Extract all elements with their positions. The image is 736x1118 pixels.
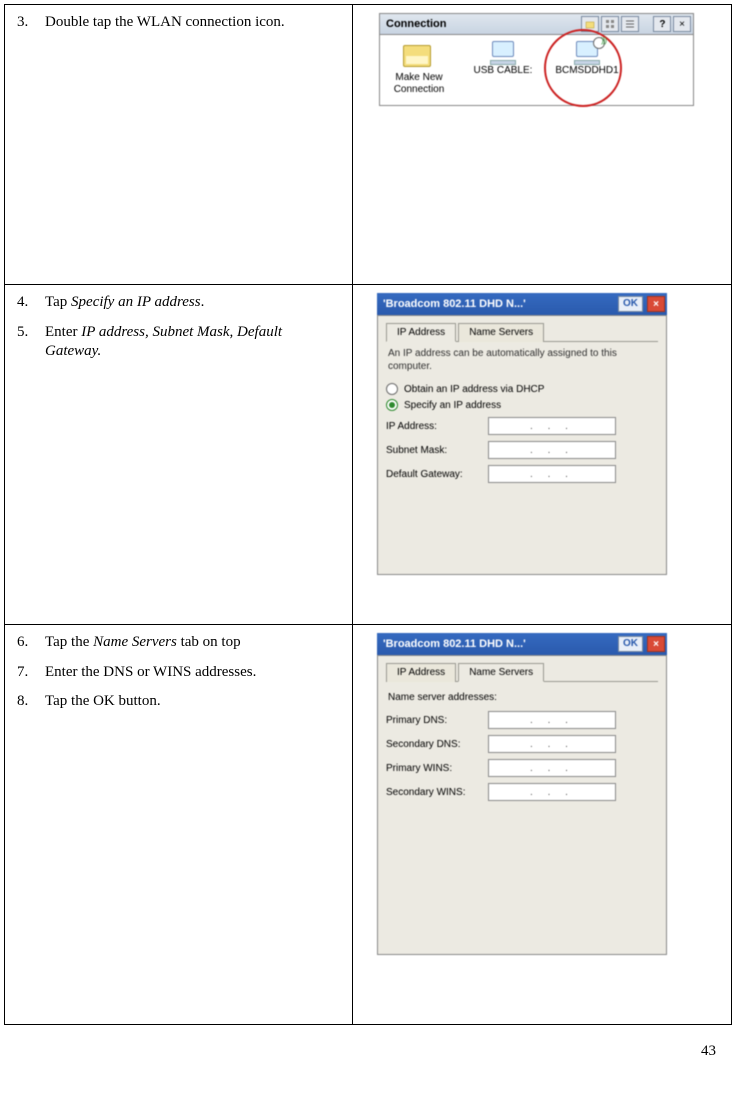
step-7-text: Enter the DNS or WINS addresses.	[45, 664, 256, 680]
cell-step3-text: 3. Double tap the WLAN connection icon.	[5, 5, 353, 285]
label-pwins: Primary WINS:	[386, 763, 488, 774]
tab-ip-address[interactable]: IP Address	[386, 323, 456, 342]
label-pdns: Primary DNS:	[386, 715, 488, 726]
connection-title: Connection	[386, 18, 581, 30]
input-gw[interactable]: . . .	[488, 465, 616, 483]
step-5-num: 5.	[17, 323, 28, 343]
step-6-num: 6.	[17, 633, 28, 653]
radio-specify-row[interactable]: Specify an IP address	[386, 399, 658, 411]
radio-specify[interactable]	[386, 399, 398, 411]
ns-dialog-titlebar: 'Broadcom 802.11 DHD N...' OK ×	[377, 633, 667, 655]
conn-label-wlan: BCMSDDHD1	[552, 65, 622, 77]
conn-item-usb[interactable]: USB CABLE:	[468, 41, 538, 95]
field-ip: IP Address: . . .	[386, 417, 658, 435]
close-button[interactable]: ×	[647, 296, 665, 312]
ns-dialog-tabs: IP Address Name Servers	[386, 662, 658, 682]
conn-item-wlan[interactable]: BCMSDDHD1	[552, 41, 622, 95]
conn-label-usb: USB CABLE:	[468, 65, 538, 77]
cell-step678-text: 6. Tap the Name Servers tab on top 7. En…	[5, 625, 353, 1025]
page: 3. Double tap the WLAN connection icon. …	[0, 0, 736, 1080]
close-icon[interactable]: ×	[673, 16, 691, 32]
ns-ok-button[interactable]: OK	[618, 636, 643, 652]
ns-dialog-body: IP Address Name Servers Name server addr…	[377, 655, 667, 955]
step-3: 3. Double tap the WLAN connection icon.	[39, 13, 342, 33]
step-8-num: 8.	[17, 692, 28, 712]
ns-close-button[interactable]: ×	[647, 636, 665, 652]
input-sdns[interactable]: . . .	[488, 735, 616, 753]
step-7-num: 7.	[17, 663, 28, 683]
steps-row1: 3. Double tap the WLAN connection icon.	[11, 13, 342, 33]
conn-label-makenew: Make New Connection	[384, 72, 454, 95]
field-gw: Default Gateway: . . .	[386, 465, 658, 483]
ip-dialog-titlebar: 'Broadcom 802.11 DHD N...' OK ×	[377, 293, 667, 315]
step-8: 8. Tap the OK button.	[39, 692, 342, 712]
step-4-num: 4.	[17, 293, 28, 313]
radio-dhcp-label: Obtain an IP address via DHCP	[404, 384, 544, 395]
ns-dialog-title: 'Broadcom 802.11 DHD N...'	[383, 638, 614, 650]
cell-step678-image: 'Broadcom 802.11 DHD N...' OK × IP Addre…	[353, 625, 732, 1025]
radio-dhcp-row[interactable]: Obtain an IP address via DHCP	[386, 383, 658, 395]
step-5: 5. Enter IP address, Subnet Mask, Defaul…	[39, 323, 342, 362]
tab-name-servers-ns[interactable]: Name Servers	[458, 663, 544, 682]
input-mask[interactable]: . . .	[488, 441, 616, 459]
field-swins: Secondary WINS: . . .	[386, 783, 658, 801]
titlebar-btn-list[interactable]	[621, 16, 639, 32]
field-pwins: Primary WINS: . . .	[386, 759, 658, 777]
cell-step45-text: 4. Tap Specify an IP address. 5. Enter I…	[5, 285, 353, 625]
titlebar-buttons: ? ×	[581, 16, 691, 32]
steps-row2: 4. Tap Specify an IP address. 5. Enter I…	[11, 293, 342, 362]
step-3-num: 3.	[17, 13, 28, 33]
tab-name-servers[interactable]: Name Servers	[458, 323, 544, 342]
label-sdns: Secondary DNS:	[386, 739, 488, 750]
step-8-text: Tap the OK button.	[45, 693, 161, 709]
radio-dhcp[interactable]	[386, 383, 398, 395]
input-pwins[interactable]: . . .	[488, 759, 616, 777]
ip-dialog-body: IP Address Name Servers An IP address ca…	[377, 315, 667, 575]
make-new-icon	[403, 41, 435, 69]
titlebar-btn-folder[interactable]	[581, 16, 599, 32]
input-pdns[interactable]: . . .	[488, 711, 616, 729]
input-swins[interactable]: . . .	[488, 783, 616, 801]
step-7: 7. Enter the DNS or WINS addresses.	[39, 663, 342, 683]
step-6: 6. Tap the Name Servers tab on top	[39, 633, 342, 653]
step-3-text: Double tap the WLAN connection icon.	[45, 14, 285, 30]
ip-hint: An IP address can be automatically assig…	[388, 348, 656, 373]
field-pdns: Primary DNS: . . .	[386, 711, 658, 729]
ip-dialog: 'Broadcom 802.11 DHD N...' OK × IP Addre…	[377, 293, 667, 575]
ip-dialog-title: 'Broadcom 802.11 DHD N...'	[383, 298, 614, 310]
label-mask: Subnet Mask:	[386, 445, 488, 456]
ns-dialog: 'Broadcom 802.11 DHD N...' OK × IP Addre…	[377, 633, 667, 955]
steps-row3: 6. Tap the Name Servers tab on top 7. En…	[11, 633, 342, 712]
titlebar-btn-view[interactable]	[601, 16, 619, 32]
label-gw: Default Gateway:	[386, 469, 488, 480]
page-number: 43	[4, 1025, 732, 1060]
step-5-text: Enter IP address, Subnet Mask, Default G…	[45, 324, 282, 360]
step-6-text: Tap the Name Servers tab on top	[45, 634, 241, 650]
tab-ip-address-ns[interactable]: IP Address	[386, 663, 456, 682]
connection-titlebar: Connection ? ×	[379, 13, 694, 35]
usb-icon	[489, 41, 517, 65]
conn-item-makenew[interactable]: Make New Connection	[384, 41, 454, 95]
radio-specify-label: Specify an IP address	[404, 400, 501, 411]
ok-button[interactable]: OK	[618, 296, 643, 312]
input-ip[interactable]: . . .	[488, 417, 616, 435]
cell-step45-image: 'Broadcom 802.11 DHD N...' OK × IP Addre…	[353, 285, 732, 625]
cell-step3-image: Connection ? ×	[353, 5, 732, 285]
ip-dialog-tabs: IP Address Name Servers	[386, 322, 658, 342]
wlan-icon	[573, 41, 601, 65]
label-swins: Secondary WINS:	[386, 787, 488, 798]
connection-window: Connection ? ×	[379, 13, 694, 106]
ns-heading: Name server addresses:	[388, 692, 656, 703]
help-icon[interactable]: ?	[653, 16, 671, 32]
instruction-table: 3. Double tap the WLAN connection icon. …	[4, 4, 732, 1025]
label-ip: IP Address:	[386, 421, 488, 432]
field-sdns: Secondary DNS: . . .	[386, 735, 658, 753]
step-4-text: Tap Specify an IP address.	[45, 294, 204, 310]
connection-body: Make New Connection USB CABLE: BCMSDDHD1	[379, 35, 694, 106]
field-mask: Subnet Mask: . . .	[386, 441, 658, 459]
step-4: 4. Tap Specify an IP address.	[39, 293, 342, 313]
